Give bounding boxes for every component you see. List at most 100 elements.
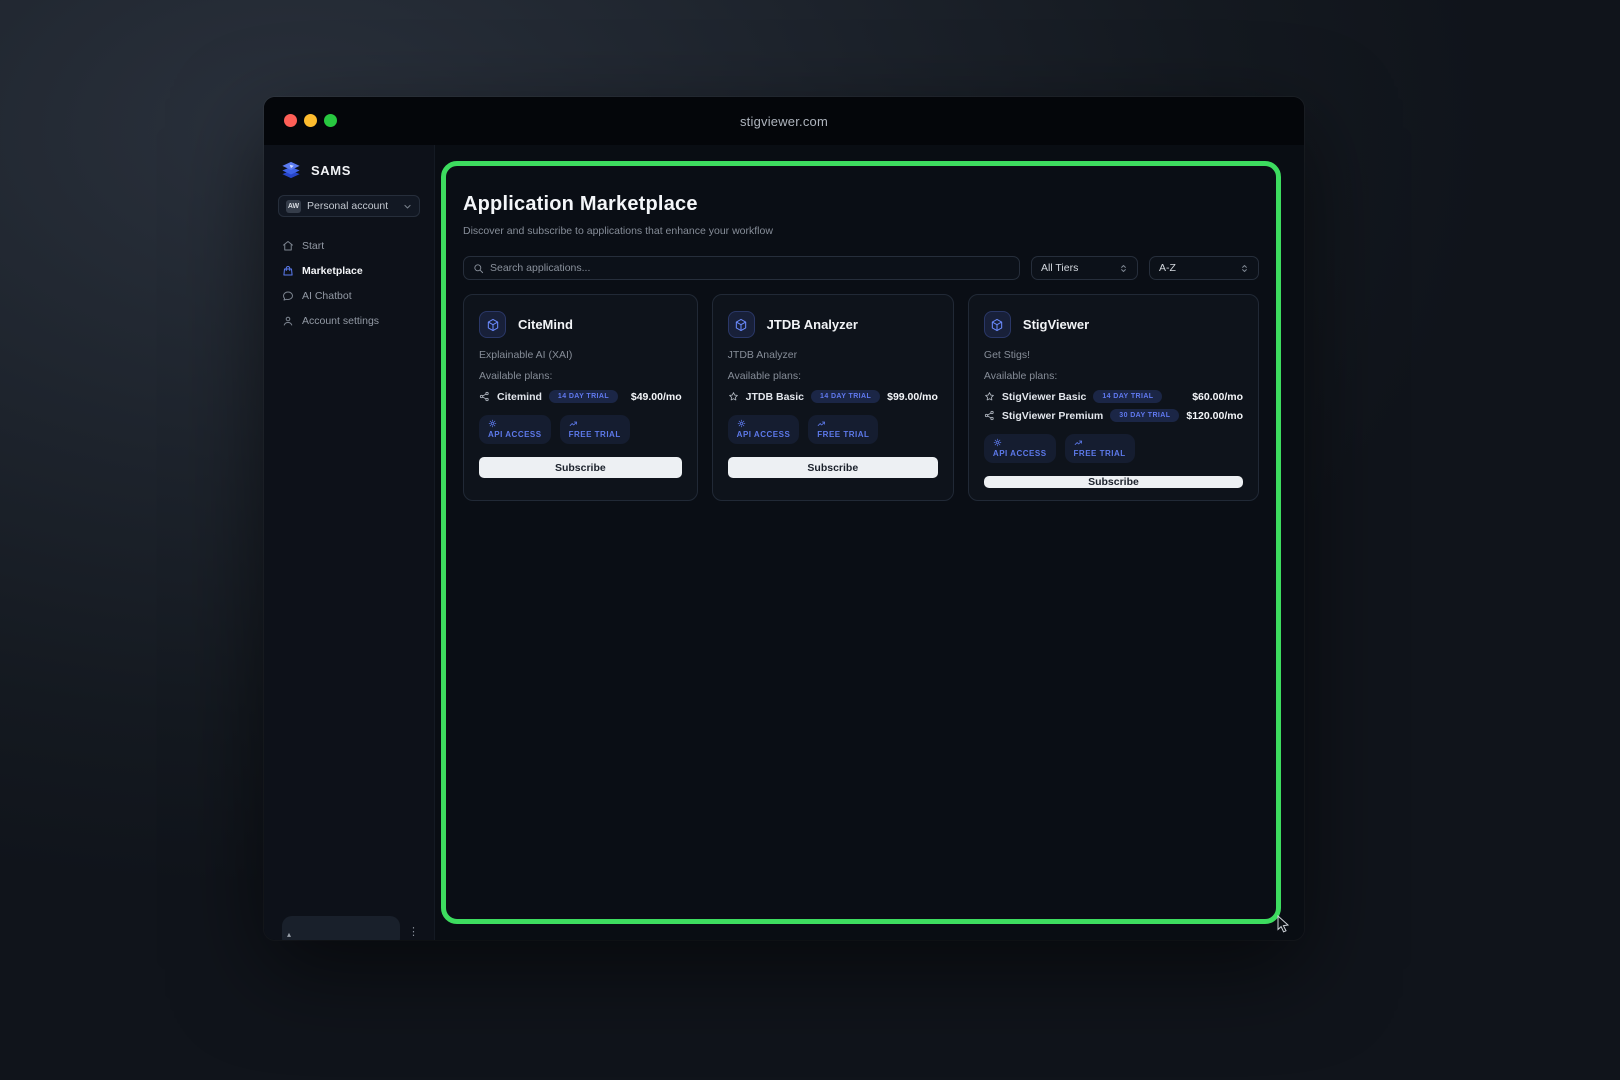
minimize-window-button[interactable] <box>304 114 317 127</box>
api-access-badge: API ACCESS <box>984 434 1056 463</box>
plan-name: StigViewer Basic <box>1002 391 1086 403</box>
gear-icon <box>737 419 746 428</box>
trend-up-icon <box>817 419 826 428</box>
card-header: JTDB Analyzer <box>728 311 938 338</box>
free-trial-badge: FREE TRIAL <box>808 415 878 444</box>
subscribe-button[interactable]: Subscribe <box>984 476 1243 488</box>
chevron-down-icon <box>403 202 412 211</box>
api-access-badge: API ACCESS <box>728 415 800 444</box>
kebab-menu-icon[interactable]: ⋮ <box>408 927 419 937</box>
account-selector[interactable]: AW Personal account <box>278 195 420 217</box>
app-card-stigviewer: StigViewer Get Stigs! Available plans: S… <box>968 294 1259 501</box>
sidebar-nav: Start Marketplace AI Chatbot Account set… <box>278 235 420 332</box>
search-box <box>463 256 1020 280</box>
sidebar: SAMS AW Personal account Start Marketpla… <box>264 145 435 940</box>
updown-chevron-icon <box>1240 263 1249 274</box>
plan-price: $60.00/mo <box>1192 391 1243 403</box>
card-header: StigViewer <box>984 311 1243 338</box>
badge-label: FREE TRIAL <box>1074 449 1126 458</box>
close-window-button[interactable] <box>284 114 297 127</box>
sidebar-item-label: Marketplace <box>302 265 363 277</box>
sidebar-item-start[interactable]: Start <box>278 235 420 257</box>
cube-icon <box>479 311 506 338</box>
sidebar-item-marketplace[interactable]: Marketplace <box>278 260 420 282</box>
app-card-grid: CiteMind Explainable AI (XAI) Available … <box>463 294 1259 501</box>
trend-up-icon <box>569 419 578 428</box>
badge-label: API ACCESS <box>488 430 542 439</box>
sidebar-item-ai-chatbot[interactable]: AI Chatbot <box>278 285 420 307</box>
sams-logo-icon <box>280 160 302 180</box>
star-icon <box>728 391 739 402</box>
home-icon <box>282 240 294 252</box>
plan-row: Citemind 14 DAY TRIAL $49.00/mo <box>479 390 682 403</box>
app-card-jtdb-analyzer: JTDB Analyzer JTDB Analyzer Available pl… <box>712 294 954 501</box>
main-content: Application Marketplace Discover and sub… <box>435 145 1304 940</box>
page-title: Application Marketplace <box>463 193 1259 216</box>
sidebar-item-account-settings[interactable]: Account settings <box>278 310 420 332</box>
api-access-badge: API ACCESS <box>479 415 551 444</box>
plan-row: StigViewer Premium 30 DAY TRIAL $120.00/… <box>984 409 1243 422</box>
subscribe-button[interactable]: Subscribe <box>479 457 682 478</box>
plans-label: Available plans: <box>984 370 1243 382</box>
sort-value: A-Z <box>1159 262 1232 274</box>
plan-name: StigViewer Premium <box>1002 410 1103 422</box>
brand: SAMS <box>278 160 420 180</box>
marketplace-highlight-frame: Application Marketplace Discover and sub… <box>441 161 1281 924</box>
account-label: Personal account <box>307 200 397 212</box>
sidebar-user-pill[interactable]: ▴ <box>282 916 400 940</box>
trend-up-icon <box>1074 438 1083 447</box>
marketplace-icon <box>282 265 294 277</box>
toolbar: All Tiers A-Z <box>463 256 1259 280</box>
share-nodes-icon <box>984 410 995 421</box>
app-description: Get Stigs! <box>984 349 1243 361</box>
sidebar-item-label: Start <box>302 240 324 252</box>
trial-badge: 14 DAY TRIAL <box>549 390 618 403</box>
sidebar-item-label: Account settings <box>302 315 379 327</box>
mouse-cursor <box>1276 915 1292 933</box>
app-description: JTDB Analyzer <box>728 349 938 361</box>
trial-badge: 30 DAY TRIAL <box>1110 409 1179 422</box>
plan-price: $49.00/mo <box>631 391 682 403</box>
plan-price: $99.00/mo <box>887 391 938 403</box>
subscribe-button[interactable]: Subscribe <box>728 457 938 478</box>
badge-label: FREE TRIAL <box>817 430 869 439</box>
avatar: ▴ <box>287 930 291 939</box>
feature-badges: API ACCESS FREE TRIAL <box>479 415 682 444</box>
chat-icon <box>282 290 294 302</box>
app-name: JTDB Analyzer <box>767 317 858 332</box>
user-icon <box>282 315 294 327</box>
app-card-citemind: CiteMind Explainable AI (XAI) Available … <box>463 294 698 501</box>
feature-badges: API ACCESS FREE TRIAL <box>984 434 1243 463</box>
star-icon <box>984 391 995 402</box>
free-trial-badge: FREE TRIAL <box>560 415 630 444</box>
badge-label: FREE TRIAL <box>569 430 621 439</box>
updown-chevron-icon <box>1119 263 1128 274</box>
plan-name: Citemind <box>497 391 542 403</box>
share-nodes-icon <box>479 391 490 402</box>
search-input[interactable] <box>490 262 1010 274</box>
trial-badge: 14 DAY TRIAL <box>811 390 880 403</box>
app-name: CiteMind <box>518 317 573 332</box>
titlebar: stigviewer.com <box>264 97 1304 145</box>
tier-filter-select[interactable]: All Tiers <box>1031 256 1138 280</box>
page-subtitle: Discover and subscribe to applications t… <box>463 225 1259 237</box>
traffic-lights <box>284 114 337 127</box>
account-initials-badge: AW <box>286 200 301 213</box>
plan-row: StigViewer Basic 14 DAY TRIAL $60.00/mo <box>984 390 1243 403</box>
feature-badges: API ACCESS FREE TRIAL <box>728 415 938 444</box>
tier-filter-value: All Tiers <box>1041 262 1111 274</box>
badge-label: API ACCESS <box>737 430 791 439</box>
badge-label: API ACCESS <box>993 449 1047 458</box>
plan-row: JTDB Basic 14 DAY TRIAL $99.00/mo <box>728 390 938 403</box>
zoom-window-button[interactable] <box>324 114 337 127</box>
cube-icon <box>728 311 755 338</box>
trial-badge: 14 DAY TRIAL <box>1093 390 1162 403</box>
plan-price: $120.00/mo <box>1186 410 1243 422</box>
free-trial-badge: FREE TRIAL <box>1065 434 1135 463</box>
app-description: Explainable AI (XAI) <box>479 349 682 361</box>
app-window: stigviewer.com SAMS AW Personal account <box>264 97 1304 940</box>
window-title: stigviewer.com <box>740 114 828 129</box>
sort-select[interactable]: A-Z <box>1149 256 1259 280</box>
app-name: StigViewer <box>1023 317 1089 332</box>
gear-icon <box>488 419 497 428</box>
